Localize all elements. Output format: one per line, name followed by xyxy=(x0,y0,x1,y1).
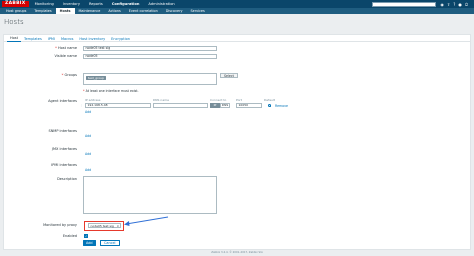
agent-interfaces-row: Agent interfaces xyxy=(4,99,80,104)
subnav-item-services[interactable]: Services xyxy=(186,8,208,14)
topnav-item-configuration[interactable]: Configuration xyxy=(112,2,140,6)
remove-interface-link[interactable]: Remove xyxy=(275,104,288,108)
topnav-item-inventory[interactable]: Inventory xyxy=(63,2,80,6)
groups-select-button[interactable]: Select xyxy=(220,73,238,78)
add-ipmi-interface-link[interactable]: Add xyxy=(85,168,91,172)
top-icons: ◉ ⇪? ● ⏻ xyxy=(440,2,468,7)
agent-interfaces-label: Agent interfaces xyxy=(48,99,77,103)
tab-host-inventory[interactable]: Host inventory xyxy=(76,35,108,42)
description-label: Description xyxy=(57,177,77,181)
description-textarea[interactable] xyxy=(83,176,217,214)
tab-templates[interactable]: Templates xyxy=(21,35,45,42)
port-header: Port xyxy=(236,98,242,102)
main-menu: Monitoring Inventory Reports Configuration A… xyxy=(35,2,175,6)
support-icon[interactable]: ◉ xyxy=(440,2,444,7)
description-row: Description xyxy=(4,177,80,182)
subnav-item-maintenance[interactable]: Maintenance xyxy=(75,8,105,14)
ipmi-interfaces-row: IPMI interfaces xyxy=(4,163,80,168)
topnav-item-monitoring[interactable]: Monitoring xyxy=(35,2,54,6)
dns-name-input[interactable] xyxy=(153,103,208,108)
annotation-arrow-icon xyxy=(124,216,169,226)
groups-row: * Groups xyxy=(61,73,77,77)
groups-multiselect[interactable]: test_group xyxy=(83,73,217,85)
topnav-item-reports[interactable]: Reports xyxy=(89,2,103,6)
default-interface-radio[interactable] xyxy=(268,104,271,107)
highlight-annotation-box xyxy=(84,220,124,231)
add-snmp-interface-link[interactable]: Add xyxy=(85,134,91,138)
default-header: Default xyxy=(264,98,275,102)
port-input[interactable]: 10050 xyxy=(236,103,262,108)
proxy-label: Monitored by proxy xyxy=(43,223,77,227)
jmx-interfaces-label: JMX interfaces xyxy=(52,147,77,151)
cancel-button[interactable]: Cancel xyxy=(100,240,120,246)
jmx-interfaces-row: JMX interfaces xyxy=(4,147,80,152)
visible-name-row: Visible name xyxy=(4,54,80,59)
connect-dns-toggle[interactable]: DNS xyxy=(220,103,230,108)
ipmi-interfaces-label: IPMI interfaces xyxy=(51,163,77,167)
host-form-panel: Host Templates IPMI Macros Host inventory Enc… xyxy=(3,34,471,250)
footer: Zabbix 3.4.4. © 2001–2017, Zabbix SIA xyxy=(211,251,263,254)
add-jmx-interface-link[interactable]: Add xyxy=(85,152,91,156)
user-icon[interactable]: ● xyxy=(458,2,462,7)
add-agent-interface-link[interactable]: Add xyxy=(85,110,91,114)
power-icon[interactable]: ⏻ xyxy=(465,2,468,7)
search-input[interactable] xyxy=(372,1,437,7)
enabled-row: Enabled xyxy=(4,234,80,239)
interface-hint: * At least one interface must exist. xyxy=(83,88,139,93)
host-name-label: Host name xyxy=(57,46,77,50)
share-icon[interactable]: ⇪ xyxy=(447,2,450,7)
connect-ip-toggle[interactable]: IP xyxy=(210,103,220,108)
subnav-item-host-groups[interactable]: Host groups xyxy=(2,8,30,14)
groups-label: Groups xyxy=(64,73,77,77)
connect-to-header: Connect to xyxy=(210,98,227,102)
visible-name-label: Visible name xyxy=(54,54,77,58)
enabled-label: Enabled xyxy=(62,234,77,238)
subnav-item-event-correlation[interactable]: Event correlation xyxy=(125,8,162,14)
subnav-item-discovery[interactable]: Discovery xyxy=(162,8,187,14)
tab-host[interactable]: Host xyxy=(7,35,21,42)
snmp-interfaces-row: SNMP interfaces xyxy=(4,129,80,134)
snmp-interfaces-label: SNMP interfaces xyxy=(48,129,77,133)
tab-macros[interactable]: Macros xyxy=(58,35,76,42)
tab-ipmi[interactable]: IPMI xyxy=(45,35,58,42)
tab-encryption[interactable]: Encryption xyxy=(108,35,133,42)
visible-name-input[interactable]: node05 xyxy=(83,54,217,59)
add-button[interactable]: Add xyxy=(83,240,96,246)
topnav-item-administration[interactable]: Administration xyxy=(148,2,174,6)
host-name-input[interactable]: node05 test sig xyxy=(83,46,217,51)
subnav-item-templates[interactable]: Templates xyxy=(30,8,55,14)
drag-handle-icon[interactable]: ⋮ xyxy=(80,103,83,107)
ip-address-header: IP address xyxy=(85,98,101,102)
subnav-item-actions[interactable]: Actions xyxy=(104,8,124,14)
page-title: Hosts xyxy=(4,18,24,26)
subnav-item-hosts[interactable]: Hosts xyxy=(55,8,75,14)
ip-address-input[interactable]: 192.168.5.48 xyxy=(85,103,151,108)
host-name-row: * Host name xyxy=(55,46,77,50)
form-tabs: Host Templates IPMI Macros Host inventory Enc… xyxy=(4,35,470,42)
zabbix-logo[interactable]: ZABBIX xyxy=(2,1,29,7)
enabled-checkbox[interactable]: ✓ xyxy=(84,234,88,238)
group-chip[interactable]: test_group xyxy=(86,75,106,80)
dns-name-header: DNS name xyxy=(153,98,169,102)
proxy-row: Monitored by proxy xyxy=(4,223,80,228)
top-navigation-bar: ZABBIX Monitoring Inventory Reports Configu… xyxy=(0,0,474,8)
help-icon[interactable]: ? xyxy=(453,2,455,7)
